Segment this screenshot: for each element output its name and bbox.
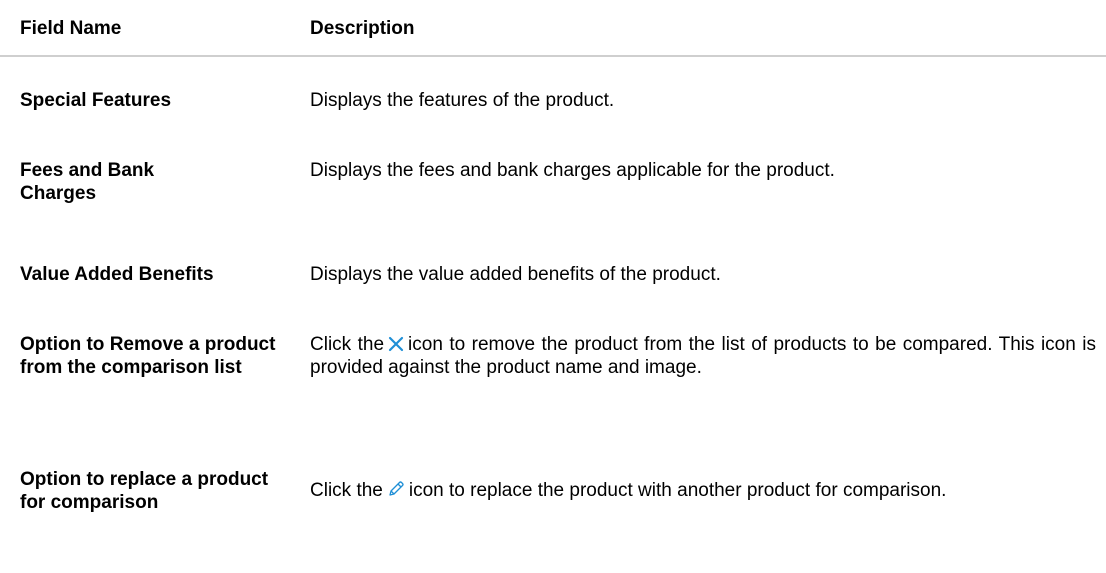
- field-description: Click the icon to replace the product wit…: [310, 479, 1096, 502]
- field-name: Fees and Bank Charges: [20, 160, 155, 204]
- field-name: Option to Remove a product from the comp…: [20, 334, 276, 378]
- description-prefix: Click the: [310, 334, 385, 355]
- field-description: Click the icon to remove the product from…: [310, 333, 1096, 379]
- field-name: Value Added Benefits: [20, 264, 214, 285]
- description-suffix: icon to remove the product from the list…: [310, 334, 1096, 378]
- field-name-header: Field Name: [20, 18, 122, 39]
- field-description: Displays the features of the product.: [310, 90, 615, 111]
- field-name: Special Features: [20, 90, 172, 111]
- close-x-icon: [388, 336, 404, 352]
- pencil-edit-icon: [387, 480, 405, 498]
- field-description: Displays the value added benefits of the…: [310, 264, 721, 285]
- table-header-row: Field Name Description: [0, 0, 1106, 62]
- field-name: Option to replace a product for comparis…: [20, 469, 269, 513]
- description-prefix: Click the: [310, 480, 383, 501]
- field-description: Displays the fees and bank charges appli…: [310, 160, 835, 181]
- description-header: Description: [310, 18, 415, 39]
- header-divider: [0, 55, 1106, 57]
- description-suffix: icon to replace the product with another…: [408, 480, 947, 501]
